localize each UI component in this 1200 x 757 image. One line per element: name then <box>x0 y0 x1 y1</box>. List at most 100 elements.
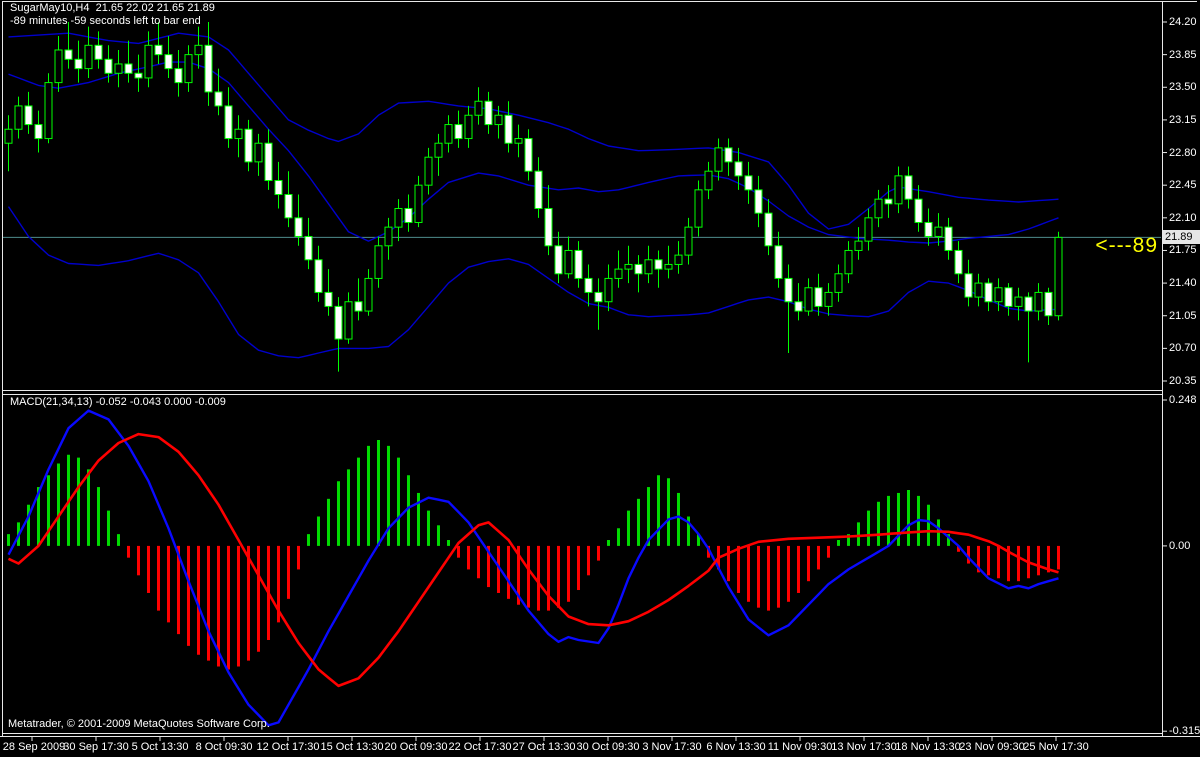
candle-body <box>1014 296 1023 307</box>
candle-body <box>974 282 983 298</box>
candle-body <box>924 221 933 237</box>
price-annotation-89: <---89 <box>1095 234 1158 257</box>
candle-body <box>624 263 633 270</box>
candle-body <box>774 245 783 279</box>
candle-body <box>764 212 773 247</box>
candle-body <box>154 44 163 56</box>
time-axis-label: 28 Sep 2009 <box>2 741 66 753</box>
candle-body <box>284 194 293 219</box>
price-axis-label: 21.05 <box>1169 309 1197 322</box>
price-axis-label: 22.80 <box>1169 146 1197 159</box>
time-axis-label: 3 Nov 17:30 <box>642 741 702 753</box>
candle-body <box>214 91 223 107</box>
time-axis-label: 8 Oct 09:30 <box>195 741 253 753</box>
candle-body <box>944 226 953 251</box>
candle-body <box>994 287 1003 303</box>
candle-body <box>164 54 173 70</box>
candle-body <box>364 277 373 312</box>
candle-body <box>324 291 333 307</box>
candle-body <box>424 156 433 186</box>
time-axis-label: 25 Nov 17:30 <box>1023 741 1089 753</box>
candle-body <box>704 170 713 191</box>
candle-body <box>844 249 853 275</box>
candle-body <box>534 170 543 209</box>
candle-body <box>484 100 493 126</box>
candle-body <box>254 142 263 163</box>
time-axis-label: 30 Oct 09:30 <box>576 741 640 753</box>
chart-canvas[interactable] <box>0 0 1200 757</box>
copyright-text: Metatrader, © 2001-2009 MetaQuotes Softw… <box>8 718 270 730</box>
chart-window: SugarMay10,H4 21.65 22.02 21.65 21.89 -8… <box>0 0 1200 757</box>
candle-body <box>104 58 113 74</box>
macd-axis-label: -0.315 <box>1169 725 1200 738</box>
candle-body <box>664 263 673 270</box>
candle-body <box>134 72 143 79</box>
candle-body <box>934 226 943 237</box>
candle-body <box>554 245 563 275</box>
candle-body <box>84 44 93 70</box>
candle-body <box>204 44 213 93</box>
candle-body <box>914 198 923 223</box>
candle-body <box>1004 287 1013 307</box>
time-axis-label: 30 Sep 17:30 <box>63 741 129 753</box>
candle-body <box>724 147 733 163</box>
candle-body <box>674 254 683 265</box>
candle-body <box>794 301 803 312</box>
price-axis-label: 21.75 <box>1169 244 1197 257</box>
candle-body <box>494 114 503 126</box>
candle-body <box>654 259 663 270</box>
candle-body <box>54 49 63 84</box>
macd-axis-label: 0.248 <box>1169 394 1197 406</box>
candle-body <box>504 114 513 144</box>
candle-body <box>594 291 603 303</box>
candle-body <box>804 287 813 312</box>
candle-body <box>14 105 23 130</box>
candle-body <box>94 44 103 60</box>
price-axis-label: 23.15 <box>1169 113 1197 126</box>
price-axis-label: 20.35 <box>1169 375 1197 387</box>
price-axis-label: 20.70 <box>1169 342 1197 355</box>
candle-body <box>414 184 423 223</box>
candle-body <box>334 305 343 340</box>
candle-body <box>684 226 693 256</box>
candle-body <box>464 114 473 140</box>
candle-body <box>894 175 903 205</box>
candle-body <box>344 301 353 340</box>
bar-countdown: -89 minutes -59 seconds left to bar end <box>10 15 201 27</box>
macd-indicator-label: MACD(21,34,13) -0.052 -0.043 0.000 -0.00… <box>10 396 226 408</box>
candle-body <box>984 282 993 303</box>
candle-body <box>34 124 43 140</box>
time-axis-label: 5 Oct 13:30 <box>131 741 189 753</box>
candle-body <box>564 249 573 275</box>
time-axis-label: 6 Nov 13:30 <box>706 741 766 753</box>
candle-body <box>374 245 383 279</box>
time-axis-label: 27 Oct 13:30 <box>512 741 576 753</box>
candle-body <box>194 44 203 56</box>
candle-body <box>314 259 323 293</box>
time-axis-label: 22 Oct 17:30 <box>448 741 512 753</box>
candle-body <box>304 235 313 261</box>
symbol-ohlc-title: SugarMay10,H4 21.65 22.02 21.65 21.89 <box>10 2 215 14</box>
candle-body <box>294 217 303 237</box>
candle-body <box>954 249 963 275</box>
candle-body <box>174 68 183 84</box>
bollinger-lower-band <box>7 206 1059 359</box>
candle-body <box>4 128 13 144</box>
candle-body <box>1024 296 1033 312</box>
candle-body <box>44 82 53 140</box>
candle-body <box>144 44 153 79</box>
candle-body <box>234 128 243 140</box>
candle-body <box>184 54 193 84</box>
candle-body <box>224 105 233 140</box>
time-axis-label: 23 Nov 09:30 <box>959 741 1025 753</box>
candle-body <box>634 263 643 275</box>
candle-body <box>444 124 453 144</box>
candle-body <box>434 142 443 158</box>
candle-body <box>904 175 913 200</box>
candle-body <box>354 301 363 312</box>
candle-body <box>734 161 743 177</box>
candle-body <box>584 277 593 293</box>
candle-body <box>694 189 703 228</box>
price-axis-label: 23.85 <box>1169 48 1197 61</box>
candle-body <box>474 100 483 116</box>
